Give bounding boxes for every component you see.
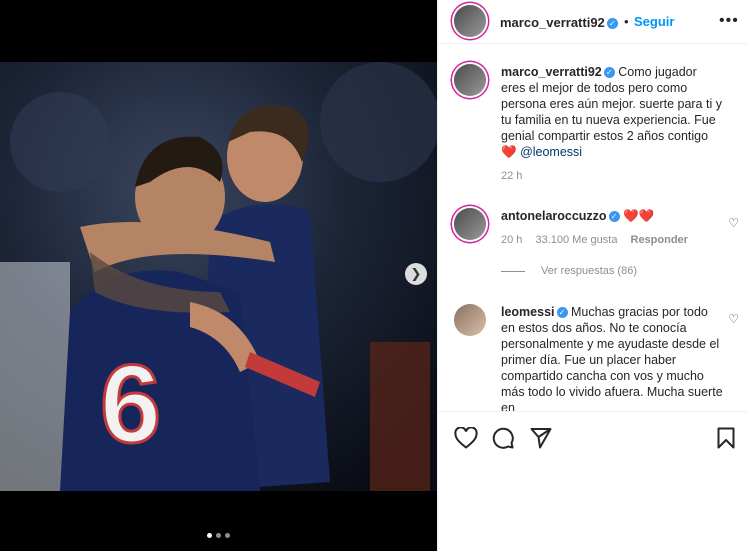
comment-text: ❤️❤️: [623, 209, 655, 223]
bookmark-icon[interactable]: [717, 427, 735, 454]
author-avatar[interactable]: [454, 5, 486, 37]
carousel-indicator: [0, 533, 437, 538]
more-horizontal-icon[interactable]: •••: [719, 12, 739, 30]
verified-badge-icon: ✓: [606, 18, 618, 29]
mention-link[interactable]: @leomessi: [520, 145, 582, 159]
verified-badge-icon: ✓: [608, 211, 620, 222]
view-replies-button[interactable]: Ver respuestas (86): [501, 265, 637, 277]
comment-like-heart-icon[interactable]: ♡: [728, 216, 739, 230]
commenter-username[interactable]: antonelaroccuzzo: [501, 209, 607, 223]
post-side-panel: marco_verratti92 ✓ • Seguir ••• marco_ver…: [437, 0, 747, 551]
chevron-right-icon: ❯: [410, 266, 422, 281]
svg-text:6: 6: [100, 343, 161, 466]
commenter-username[interactable]: leomessi: [501, 305, 555, 319]
caption-avatar[interactable]: [454, 64, 486, 96]
comment-text: Muchas gracias por todo en estos dos año…: [501, 305, 723, 411]
carousel-dot-active: [207, 533, 212, 538]
post-header: marco_verratti92 ✓ • Seguir •••: [438, 0, 747, 44]
author-username[interactable]: marco_verratti92: [500, 15, 605, 30]
carousel-next-button[interactable]: ❯: [405, 263, 427, 285]
commenter-avatar[interactable]: [454, 304, 486, 336]
comment-like-heart-icon[interactable]: ♡: [728, 312, 739, 326]
post-photo: 6: [0, 62, 437, 491]
commenter-avatar[interactable]: [454, 208, 486, 240]
caption-username[interactable]: marco_verratti92: [501, 65, 602, 79]
reply-button[interactable]: Responder: [631, 234, 688, 246]
header-separator: •: [624, 14, 629, 29]
comment-time[interactable]: 20 h: [501, 234, 522, 246]
comment-icon[interactable]: [492, 427, 514, 454]
verified-badge-icon: ✓: [603, 67, 615, 78]
heart-outline-icon[interactable]: [454, 426, 478, 454]
comment-likes[interactable]: 33.100 Me gusta: [535, 234, 617, 246]
action-bar: [438, 411, 747, 551]
send-icon[interactable]: [530, 427, 552, 454]
caption-time[interactable]: 22 h: [501, 170, 522, 182]
post-media: 6 ❯: [0, 0, 437, 551]
follow-button[interactable]: Seguir: [634, 14, 674, 29]
carousel-dot: [225, 533, 230, 538]
players-hug-illustration: 6: [0, 62, 437, 491]
carousel-dot: [216, 533, 221, 538]
comments-list[interactable]: marco_verratti92 ✓ Como jugador eres el m…: [438, 44, 747, 411]
verified-badge-icon: ✓: [556, 307, 568, 318]
heart-emoji: ❤️: [501, 145, 517, 159]
